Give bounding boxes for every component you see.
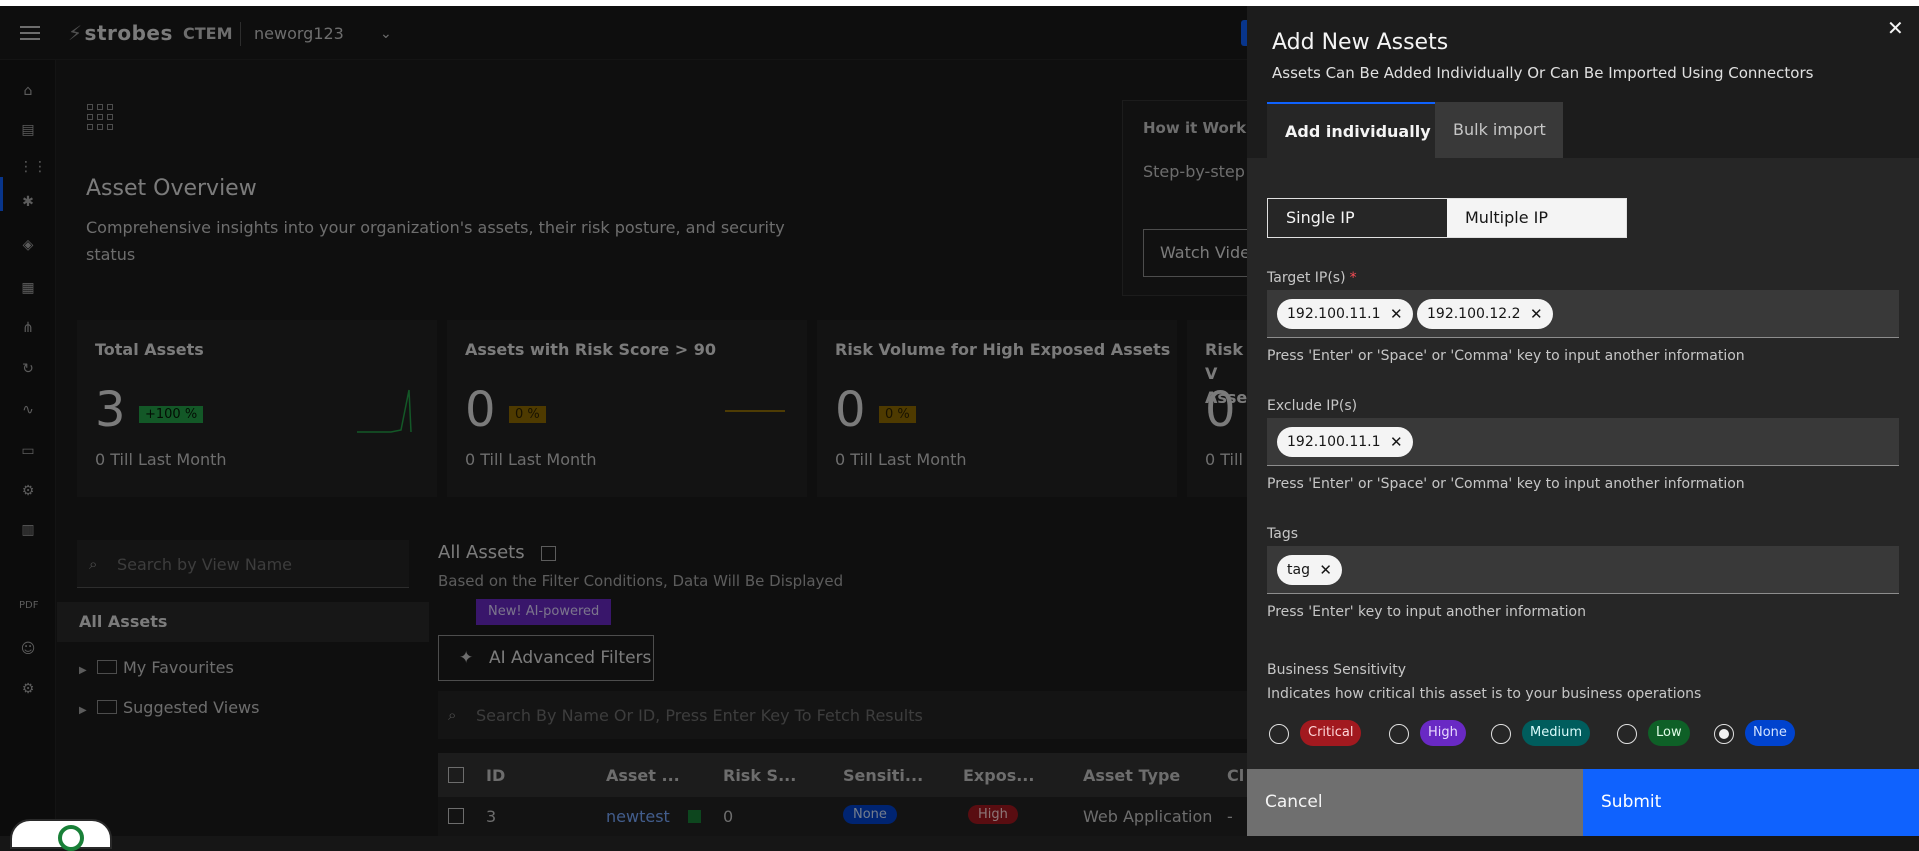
multiple-ip-option[interactable]: Multiple IP bbox=[1447, 199, 1626, 237]
tags-input[interactable]: tag ✕ bbox=[1267, 546, 1899, 594]
required-marker: * bbox=[1349, 270, 1357, 286]
add-assets-drawer: ✕ Add New Assets Assets Can Be Added Ind… bbox=[1247, 6, 1919, 836]
cancel-button[interactable]: Cancel bbox=[1247, 769, 1583, 836]
radio-critical[interactable] bbox=[1269, 724, 1289, 744]
drawer-footer: Cancel Submit bbox=[1247, 769, 1919, 836]
ip-mode-switcher: Single IP Multiple IP bbox=[1267, 198, 1627, 238]
ip-chip: 192.100.12.2 ✕ bbox=[1417, 299, 1553, 329]
exclude-ip-help: Press 'Enter' or 'Space' or 'Comma' key … bbox=[1267, 476, 1745, 492]
target-ip-label: Target IP(s) * bbox=[1267, 270, 1357, 286]
sensitivity-high-badge[interactable]: High bbox=[1420, 720, 1466, 746]
modal-overlay[interactable] bbox=[0, 6, 1247, 836]
exclude-ip-label: Exclude IP(s) bbox=[1267, 398, 1358, 414]
drawer-subtitle: Assets Can Be Added Individually Or Can … bbox=[1272, 64, 1814, 82]
remove-chip-icon[interactable]: ✕ bbox=[1319, 555, 1332, 585]
remove-chip-icon[interactable]: ✕ bbox=[1390, 299, 1403, 329]
ip-chip: 192.100.11.1 ✕ bbox=[1277, 427, 1413, 457]
sensitivity-medium-badge[interactable]: Medium bbox=[1522, 720, 1590, 746]
exclude-ip-input[interactable]: 192.100.11.1 ✕ bbox=[1267, 418, 1899, 466]
radio-high[interactable] bbox=[1389, 724, 1409, 744]
sensitivity-critical-badge[interactable]: Critical bbox=[1300, 720, 1362, 746]
remove-chip-icon[interactable]: ✕ bbox=[1390, 427, 1403, 457]
app: ⚡ strobes CTEM neworg123 ⌄ ⌂ ▤ ⋮⋮ ✱ ◈ ▦ ⋔… bbox=[0, 6, 1919, 851]
radio-none[interactable] bbox=[1714, 724, 1734, 744]
radio-low[interactable] bbox=[1617, 724, 1637, 744]
business-sensitivity-title: Business Sensitivity bbox=[1267, 662, 1407, 678]
target-ip-input[interactable]: 192.100.11.1 ✕ 192.100.12.2 ✕ bbox=[1267, 290, 1899, 338]
tab-bulk-import[interactable]: Bulk import bbox=[1435, 102, 1563, 158]
ip-chip: 192.100.11.1 ✕ bbox=[1277, 299, 1413, 329]
submit-button[interactable]: Submit bbox=[1583, 769, 1919, 836]
tab-add-individually[interactable]: Add individually bbox=[1267, 102, 1435, 158]
radio-medium[interactable] bbox=[1491, 724, 1511, 744]
single-ip-option[interactable]: Single IP bbox=[1268, 199, 1447, 237]
tag-chip: tag ✕ bbox=[1277, 555, 1342, 585]
drawer-title: Add New Assets bbox=[1272, 30, 1449, 55]
sensitivity-low-badge[interactable]: Low bbox=[1648, 720, 1690, 746]
chat-widget-icon[interactable] bbox=[10, 819, 112, 851]
business-sensitivity-subtitle: Indicates how critical this asset is to … bbox=[1267, 686, 1702, 702]
target-ip-help: Press 'Enter' or 'Space' or 'Comma' key … bbox=[1267, 348, 1745, 364]
close-icon[interactable]: ✕ bbox=[1887, 16, 1904, 40]
tags-label: Tags bbox=[1267, 526, 1298, 542]
tags-help: Press 'Enter' key to input another infor… bbox=[1267, 604, 1586, 620]
remove-chip-icon[interactable]: ✕ bbox=[1530, 299, 1543, 329]
sensitivity-none-badge[interactable]: None bbox=[1745, 720, 1795, 746]
